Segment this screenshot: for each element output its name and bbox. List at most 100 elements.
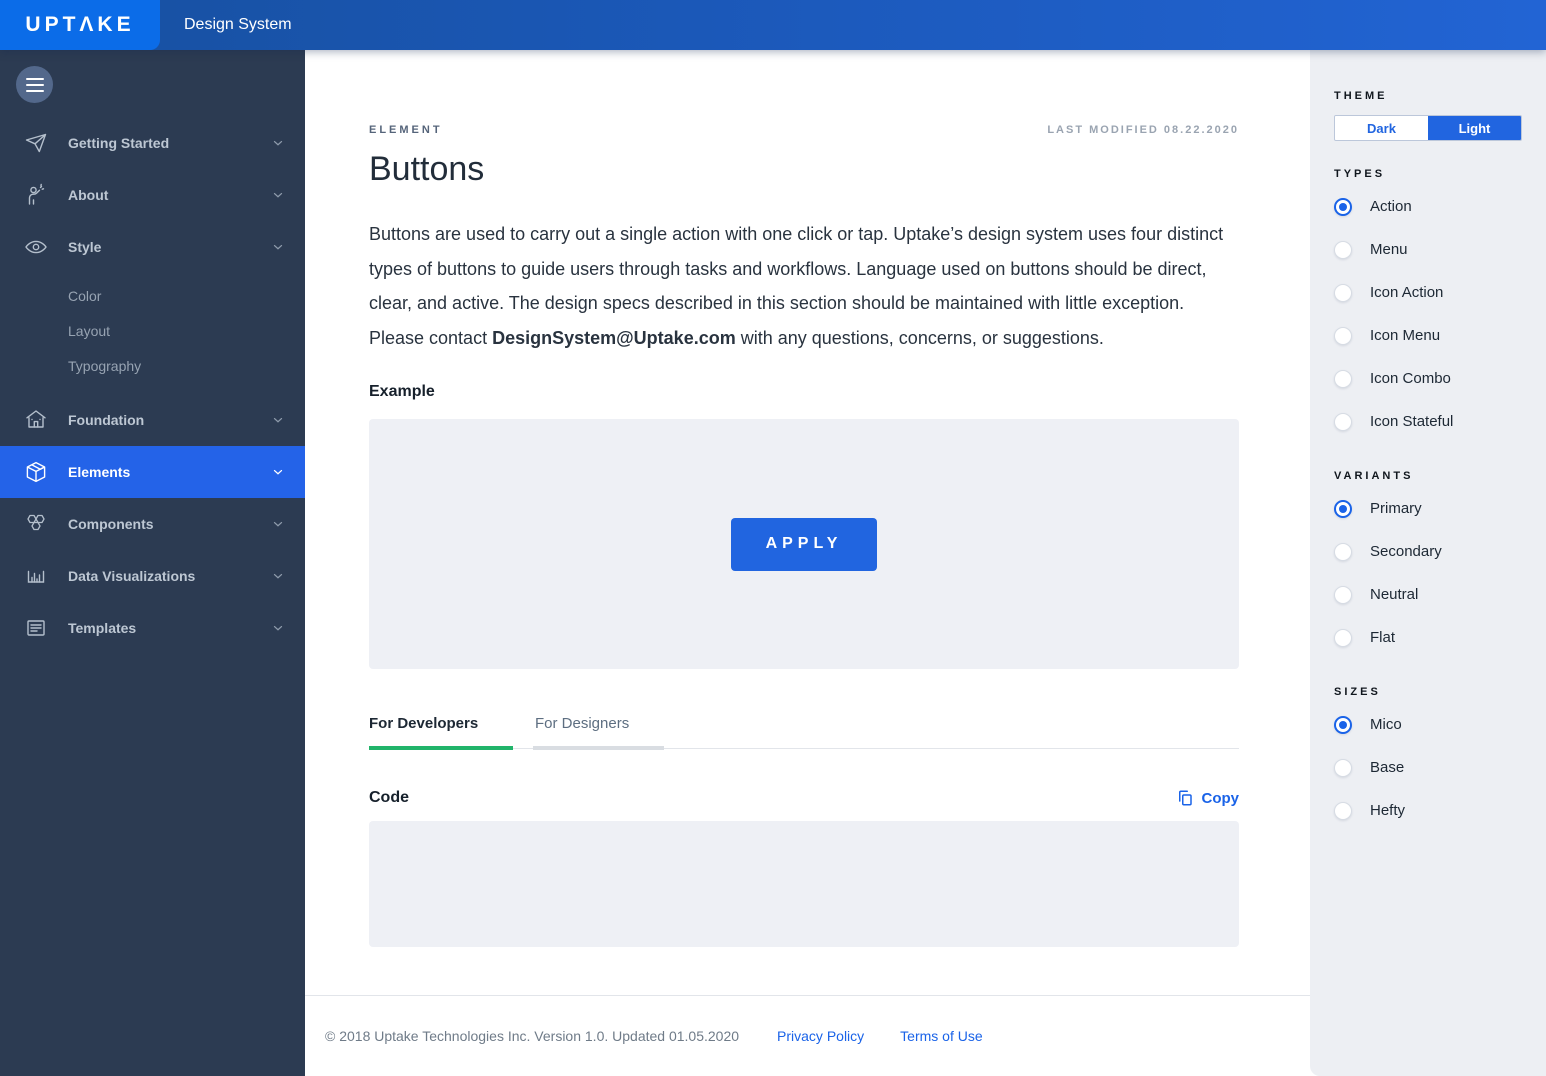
chevron-down-icon [271,621,285,635]
radio-selected-icon [1334,715,1352,734]
example-preview-box: APPLY [369,419,1239,669]
sidebar-item-templates[interactable]: Templates [0,602,305,654]
types-section-label: TYPES [1334,168,1386,180]
sidebar-item-label: Style [68,239,102,255]
radio-label: Neutral [1370,586,1419,603]
chevron-down-icon [271,413,285,427]
radio-variant-primary[interactable]: Primary [1334,487,1522,530]
sidebar-item-label: Templates [68,620,137,636]
copy-button[interactable]: Copy [1176,789,1240,807]
style-subnav: Color Layout Typography [0,273,305,394]
tab-for-designers[interactable]: For Designers [533,705,664,750]
radio-type-action[interactable]: Action [1334,185,1522,228]
chevron-down-icon [271,569,285,583]
radio-type-icon-menu[interactable]: Icon Menu [1334,314,1522,357]
sizes-section-label: SIZES [1334,686,1381,698]
copy-label: Copy [1201,789,1240,807]
theme-light-button[interactable]: Light [1428,116,1521,140]
description-paragraph: Buttons are used to carry out a single a… [369,217,1239,355]
uptake-logo-text: UPTΛKE [25,13,135,36]
sidebar-subitem-layout[interactable]: Layout [0,314,305,349]
radio-icon [1334,412,1352,431]
sidebar-item-getting-started[interactable]: Getting Started [0,117,305,169]
sidebar-subitem-color[interactable]: Color [0,279,305,314]
app-window: UPTΛKE Design System Getting Started Abo… [0,0,1546,1076]
sidebar: Getting Started About Style Color Layout… [0,50,305,1076]
radio-icon [1334,283,1352,302]
bank-icon [24,408,48,432]
sidebar-subitem-typography[interactable]: Typography [0,349,305,384]
element-eyebrow: ELEMENT [369,124,443,136]
radio-icon [1334,240,1352,259]
sidebar-item-foundation[interactable]: Foundation [0,394,305,446]
radio-label: Mico [1370,716,1402,733]
radio-size-hefty[interactable]: Hefty [1334,789,1522,832]
radio-selected-icon [1334,197,1352,216]
footer: © 2018 Uptake Technologies Inc. Version … [305,995,1310,1076]
theme-toggle: Dark Light [1334,115,1522,141]
radio-type-icon-stateful[interactable]: Icon Stateful [1334,400,1522,443]
radio-selected-icon [1334,499,1352,518]
radio-size-base[interactable]: Base [1334,746,1522,789]
radio-icon [1334,585,1352,604]
sidebar-item-data-visualizations[interactable]: Data Visualizations [0,550,305,602]
chevron-down-icon [271,136,285,150]
theme-dark-button[interactable]: Dark [1335,116,1428,140]
sidebar-item-label: About [68,187,109,203]
sidebar-item-elements[interactable]: Elements [0,446,305,498]
chevron-down-icon [271,465,285,479]
sidebar-item-about[interactable]: About [0,169,305,221]
radio-label: Icon Combo [1370,370,1451,387]
hamburger-menu-button[interactable] [16,66,53,103]
document-lines-icon [24,616,48,640]
radio-icon [1334,369,1352,388]
chevron-down-icon [271,188,285,202]
person-waving-icon [24,183,48,207]
sidebar-item-label: Data Visualizations [68,568,196,584]
radio-type-icon-combo[interactable]: Icon Combo [1334,357,1522,400]
radio-icon [1334,628,1352,647]
uptake-logo[interactable]: UPTΛKE [0,0,160,50]
radio-icon [1334,326,1352,345]
radio-variant-flat[interactable]: Flat [1334,616,1522,659]
radio-label: Icon Menu [1370,327,1441,344]
radio-icon [1334,758,1352,777]
radio-size-mico[interactable]: Mico [1334,703,1522,746]
apply-button[interactable]: APPLY [731,517,877,571]
radio-label: Primary [1370,500,1422,517]
radio-label: Flat [1370,629,1396,646]
sidebar-item-label: Getting Started [68,135,170,151]
radio-type-icon-action[interactable]: Icon Action [1334,271,1522,314]
description-text-after: with any questions, concerns, or suggest… [735,327,1104,348]
variants-section-label: VARIANTS [1334,470,1414,482]
sidebar-item-components[interactable]: Components [0,498,305,550]
theme-section-label: THEME [1334,90,1388,102]
sidebar-item-style[interactable]: Style [0,221,305,273]
radio-type-menu[interactable]: Menu [1334,228,1522,271]
tab-for-developers[interactable]: For Developers [369,705,513,750]
main-content: ELEMENT LAST MODIFIED 08.22.2020 Buttons… [305,50,1310,1076]
page-title: Buttons [369,150,485,188]
radio-icon [1334,801,1352,820]
last-modified-label: LAST MODIFIED 08.22.2020 [1047,124,1239,136]
code-snippet-box[interactable] [369,821,1239,947]
sidebar-item-label: Components [68,516,154,532]
contact-email: DesignSystem@Uptake.com [492,327,736,348]
radio-variant-neutral[interactable]: Neutral [1334,573,1522,616]
radio-label: Hefty [1370,802,1406,819]
bar-chart-icon [24,564,48,588]
radio-label: Menu [1370,241,1408,258]
chevron-down-icon [271,517,285,531]
example-heading: Example [369,383,435,400]
terms-of-use-link[interactable]: Terms of Use [900,1028,982,1044]
cube-icon [24,460,48,484]
audience-tabs: For Developers For Designers [369,705,1239,750]
radio-variant-secondary[interactable]: Secondary [1334,530,1522,573]
radio-label: Base [1370,759,1405,776]
radio-icon [1334,542,1352,561]
chevron-down-icon [271,240,285,254]
eye-icon [24,235,48,259]
privacy-policy-link[interactable]: Privacy Policy [777,1028,864,1044]
radio-label: Icon Stateful [1370,413,1454,430]
options-panel: THEME Dark Light TYPES Action Menu Icon … [1310,50,1546,1076]
